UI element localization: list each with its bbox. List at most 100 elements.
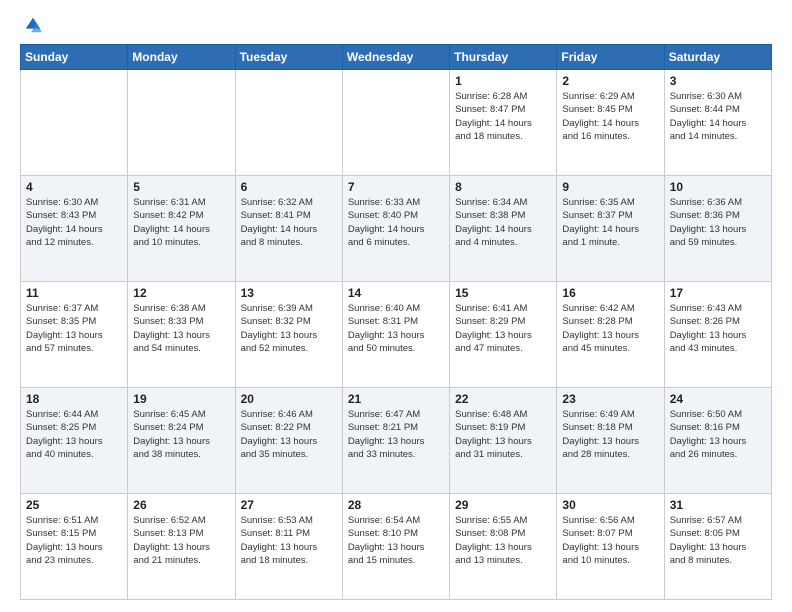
cell-info: Sunrise: 6:34 AM Sunset: 8:38 PM Dayligh…: [455, 196, 551, 249]
calendar-day-header: Sunday: [21, 45, 128, 70]
calendar-week-row: 1 Sunrise: 6:28 AM Sunset: 8:47 PM Daylig…: [21, 70, 772, 176]
cell-day-number: 14: [348, 286, 444, 300]
calendar-cell: 2Sunrise: 6:29 AM Sunset: 8:45 PM Daylig…: [557, 70, 664, 176]
cell-info: Sunrise: 6:32 AM Sunset: 8:41 PM Dayligh…: [241, 196, 337, 249]
cell-info: Sunrise: 6:51 AM Sunset: 8:15 PM Dayligh…: [26, 514, 122, 567]
calendar-header-row: SundayMondayTuesdayWednesdayThursdayFrid…: [21, 45, 772, 70]
cell-info: Sunrise: 6:50 AM Sunset: 8:16 PM Dayligh…: [670, 408, 766, 461]
cell-info: Sunrise: 6:49 AM Sunset: 8:18 PM Dayligh…: [562, 408, 658, 461]
cell-info: Sunrise: 6:37 AM Sunset: 8:35 PM Dayligh…: [26, 302, 122, 355]
calendar-cell: 12 Sunrise: 6:38 AM Sunset: 8:33 PM Dayli…: [128, 282, 235, 388]
cell-day-number: 22: [455, 392, 551, 406]
calendar-cell: 20 Sunrise: 6:46 AM Sunset: 8:22 PM Dayli…: [235, 388, 342, 494]
cell-info: Sunrise: 6:28 AM Sunset: 8:47 PM Dayligh…: [455, 90, 551, 143]
calendar-cell: 1 Sunrise: 6:28 AM Sunset: 8:47 PM Daylig…: [450, 70, 557, 176]
calendar-cell: 4 Sunrise: 6:30 AM Sunset: 8:43 PM Daylig…: [21, 176, 128, 282]
calendar-cell: 15 Sunrise: 6:41 AM Sunset: 8:29 PM Dayli…: [450, 282, 557, 388]
cell-info: Sunrise: 6:38 AM Sunset: 8:33 PM Dayligh…: [133, 302, 229, 355]
cell-info: Sunrise: 6:53 AM Sunset: 8:11 PM Dayligh…: [241, 514, 337, 567]
cell-day-number: 18: [26, 392, 122, 406]
cell-info: Sunrise: 6:36 AM Sunset: 8:36 PM Dayligh…: [670, 196, 766, 249]
cell-day-number: 4: [26, 180, 122, 194]
cell-day-number: 9: [562, 180, 658, 194]
cell-day-number: 5: [133, 180, 229, 194]
cell-day-number: 17: [670, 286, 766, 300]
calendar-week-row: 25Sunrise: 6:51 AM Sunset: 8:15 PM Dayli…: [21, 494, 772, 600]
cell-info: Sunrise: 6:46 AM Sunset: 8:22 PM Dayligh…: [241, 408, 337, 461]
calendar-cell: 8 Sunrise: 6:34 AM Sunset: 8:38 PM Daylig…: [450, 176, 557, 282]
cell-info: Sunrise: 6:55 AM Sunset: 8:08 PM Dayligh…: [455, 514, 551, 567]
cell-day-number: 21: [348, 392, 444, 406]
calendar-cell: 18 Sunrise: 6:44 AM Sunset: 8:25 PM Dayli…: [21, 388, 128, 494]
calendar-cell: 16 Sunrise: 6:42 AM Sunset: 8:28 PM Dayli…: [557, 282, 664, 388]
cell-info: Sunrise: 6:31 AM Sunset: 8:42 PM Dayligh…: [133, 196, 229, 249]
calendar-cell: [128, 70, 235, 176]
cell-info: Sunrise: 6:42 AM Sunset: 8:28 PM Dayligh…: [562, 302, 658, 355]
calendar-cell: 23 Sunrise: 6:49 AM Sunset: 8:18 PM Dayli…: [557, 388, 664, 494]
cell-day-number: 28: [348, 498, 444, 512]
calendar-cell: 5 Sunrise: 6:31 AM Sunset: 8:42 PM Daylig…: [128, 176, 235, 282]
calendar-cell: 3Sunrise: 6:30 AM Sunset: 8:44 PM Daylig…: [664, 70, 771, 176]
calendar-cell: 28 Sunrise: 6:54 AM Sunset: 8:10 PM Dayli…: [342, 494, 449, 600]
cell-info: Sunrise: 6:54 AM Sunset: 8:10 PM Dayligh…: [348, 514, 444, 567]
cell-day-number: 30: [562, 498, 658, 512]
cell-day-number: 7: [348, 180, 444, 194]
calendar-day-header: Wednesday: [342, 45, 449, 70]
cell-day-number: 19: [133, 392, 229, 406]
cell-day-number: 16: [562, 286, 658, 300]
cell-info: Sunrise: 6:30 AM Sunset: 8:44 PM Dayligh…: [670, 90, 766, 143]
cell-day-number: 29: [455, 498, 551, 512]
page: SundayMondayTuesdayWednesdayThursdayFrid…: [0, 0, 792, 612]
calendar-cell: 29 Sunrise: 6:55 AM Sunset: 8:08 PM Dayli…: [450, 494, 557, 600]
calendar-cell: 31 Sunrise: 6:57 AM Sunset: 8:05 PM Dayli…: [664, 494, 771, 600]
calendar-cell: 25Sunrise: 6:51 AM Sunset: 8:15 PM Dayli…: [21, 494, 128, 600]
cell-day-number: 10: [670, 180, 766, 194]
calendar-week-row: 4 Sunrise: 6:30 AM Sunset: 8:43 PM Daylig…: [21, 176, 772, 282]
cell-info: Sunrise: 6:57 AM Sunset: 8:05 PM Dayligh…: [670, 514, 766, 567]
calendar-cell: 13Sunrise: 6:39 AM Sunset: 8:32 PM Dayli…: [235, 282, 342, 388]
calendar-day-header: Friday: [557, 45, 664, 70]
calendar-cell: 19Sunrise: 6:45 AM Sunset: 8:24 PM Dayli…: [128, 388, 235, 494]
calendar-cell: 30 Sunrise: 6:56 AM Sunset: 8:07 PM Dayli…: [557, 494, 664, 600]
cell-day-number: 31: [670, 498, 766, 512]
calendar-table: SundayMondayTuesdayWednesdayThursdayFrid…: [20, 44, 772, 600]
cell-day-number: 6: [241, 180, 337, 194]
cell-day-number: 1: [455, 74, 551, 88]
cell-info: Sunrise: 6:30 AM Sunset: 8:43 PM Dayligh…: [26, 196, 122, 249]
calendar-cell: 10 Sunrise: 6:36 AM Sunset: 8:36 PM Dayli…: [664, 176, 771, 282]
cell-info: Sunrise: 6:48 AM Sunset: 8:19 PM Dayligh…: [455, 408, 551, 461]
cell-info: Sunrise: 6:40 AM Sunset: 8:31 PM Dayligh…: [348, 302, 444, 355]
calendar-day-header: Thursday: [450, 45, 557, 70]
calendar-day-header: Monday: [128, 45, 235, 70]
calendar-day-header: Tuesday: [235, 45, 342, 70]
calendar-cell: [21, 70, 128, 176]
cell-info: Sunrise: 6:43 AM Sunset: 8:26 PM Dayligh…: [670, 302, 766, 355]
cell-day-number: 2: [562, 74, 658, 88]
cell-day-number: 13: [241, 286, 337, 300]
header: [20, 16, 772, 34]
cell-info: Sunrise: 6:41 AM Sunset: 8:29 PM Dayligh…: [455, 302, 551, 355]
calendar-week-row: 18 Sunrise: 6:44 AM Sunset: 8:25 PM Dayli…: [21, 388, 772, 494]
calendar-cell: 6 Sunrise: 6:32 AM Sunset: 8:41 PM Daylig…: [235, 176, 342, 282]
cell-day-number: 23: [562, 392, 658, 406]
calendar-cell: 14 Sunrise: 6:40 AM Sunset: 8:31 PM Dayli…: [342, 282, 449, 388]
calendar-cell: 9Sunrise: 6:35 AM Sunset: 8:37 PM Daylig…: [557, 176, 664, 282]
cell-day-number: 27: [241, 498, 337, 512]
cell-day-number: 8: [455, 180, 551, 194]
calendar-week-row: 11 Sunrise: 6:37 AM Sunset: 8:35 PM Dayli…: [21, 282, 772, 388]
cell-info: Sunrise: 6:44 AM Sunset: 8:25 PM Dayligh…: [26, 408, 122, 461]
cell-day-number: 12: [133, 286, 229, 300]
cell-info: Sunrise: 6:56 AM Sunset: 8:07 PM Dayligh…: [562, 514, 658, 567]
cell-day-number: 20: [241, 392, 337, 406]
calendar-cell: 17 Sunrise: 6:43 AM Sunset: 8:26 PM Dayli…: [664, 282, 771, 388]
cell-info: Sunrise: 6:47 AM Sunset: 8:21 PM Dayligh…: [348, 408, 444, 461]
calendar-cell: 24Sunrise: 6:50 AM Sunset: 8:16 PM Dayli…: [664, 388, 771, 494]
calendar-cell: 11 Sunrise: 6:37 AM Sunset: 8:35 PM Dayli…: [21, 282, 128, 388]
calendar-cell: 26Sunrise: 6:52 AM Sunset: 8:13 PM Dayli…: [128, 494, 235, 600]
cell-day-number: 15: [455, 286, 551, 300]
calendar-day-header: Saturday: [664, 45, 771, 70]
calendar-cell: 7 Sunrise: 6:33 AM Sunset: 8:40 PM Daylig…: [342, 176, 449, 282]
cell-day-number: 11: [26, 286, 122, 300]
calendar-cell: [235, 70, 342, 176]
cell-info: Sunrise: 6:33 AM Sunset: 8:40 PM Dayligh…: [348, 196, 444, 249]
